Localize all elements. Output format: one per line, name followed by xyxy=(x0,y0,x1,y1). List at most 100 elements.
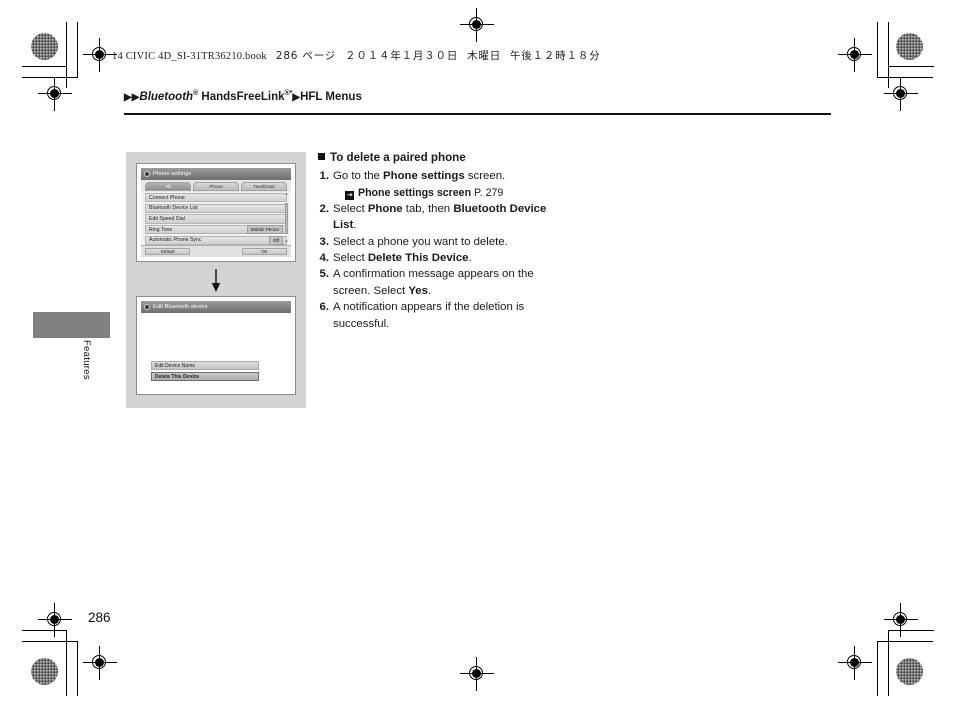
square-bullet-icon xyxy=(318,153,325,160)
delete-this-device-button[interactable]: Delete This Device xyxy=(151,372,259,381)
scroll-down-icon[interactable]: ⌄ xyxy=(284,237,289,244)
list-item-value: Off xyxy=(268,235,283,245)
list-item-value: Mobile Phone xyxy=(246,225,283,235)
breadcrumb-item-handsfreelink: HandsFreeLink xyxy=(201,90,285,103)
trim-rule-bl-h1 xyxy=(22,630,67,632)
step-text-part-bold: Phone xyxy=(367,202,403,215)
step-number: 5. xyxy=(319,268,330,281)
step-text-part: . xyxy=(353,219,357,232)
screenshot-phone-settings: Phone settings All Phone Text/Email Conn… xyxy=(136,163,296,262)
halftone-dot-bottom-left xyxy=(31,658,58,685)
step-text-part-bold: Phone settings xyxy=(383,170,465,183)
trim-rule-br-v2 xyxy=(877,641,879,696)
registration-crosshair-bottom-right-outer xyxy=(838,646,872,680)
step-text-part: tab, then xyxy=(402,202,454,215)
step-text: Select Phone tab, then Bluetooth Device … xyxy=(333,201,568,234)
cross-reference[interactable]: ⇥ Phone settings screen P. 279 xyxy=(345,185,568,201)
nav-footer-bar: Default OK xyxy=(141,245,291,257)
registration-crosshair-bottom-left-outer xyxy=(83,646,117,680)
trim-rule-bl-v2 xyxy=(77,641,79,696)
list-item[interactable]: Bluetooth Device List xyxy=(145,203,287,214)
step-text: A confirmation message appears on the sc… xyxy=(333,266,568,299)
trim-rule-tl-h2 xyxy=(22,77,78,79)
step-1: 1. Go to the Phone settings screen. xyxy=(318,168,568,184)
step-text-part: A confirmation message appears on the sc… xyxy=(333,268,534,297)
list-item[interactable]: Automatic Phone Sync Off xyxy=(145,235,287,246)
step-text-part: Select xyxy=(333,202,368,215)
list-item-label: Automatic Phone Sync xyxy=(149,237,202,244)
step-text: Select Delete This Device. xyxy=(333,250,568,266)
step-number: 2. xyxy=(319,202,330,215)
breadcrumb-arrow-first-icon: ▶▶ xyxy=(124,91,140,103)
nav-titlebar: Edit Bluetooth device xyxy=(141,301,291,313)
breadcrumb-arrow-second-icon: ▶ xyxy=(292,91,301,103)
flow-arrow-down-icon xyxy=(126,268,306,294)
trim-rule-tl-h1 xyxy=(22,66,67,68)
nav-title-text: Edit Bluetooth device xyxy=(153,304,208,310)
list-item[interactable]: Connect Phone xyxy=(145,192,287,203)
trim-rule-bl-h2 xyxy=(22,641,78,643)
list-item-label: Ring Tone xyxy=(149,226,173,233)
trim-rule-tr-h2 xyxy=(877,77,933,79)
reference-label-text: Phone settings screen xyxy=(358,186,472,199)
slug-weekday: 木曜日 xyxy=(467,50,502,62)
step-text-part: . xyxy=(468,252,472,265)
trim-rule-br-h2 xyxy=(877,641,933,643)
edit-device-name-button[interactable]: Edit Device Name xyxy=(151,361,259,370)
list-item[interactable]: Ring Tone Mobile Phone xyxy=(145,224,287,235)
chapter-tab-block xyxy=(33,312,110,338)
trim-rule-br-h1 xyxy=(889,630,934,632)
scrollbar[interactable]: ⌃ ⌄ xyxy=(282,193,291,244)
trim-rule-tl-v2 xyxy=(77,22,79,78)
trim-rule-bl-v1 xyxy=(66,630,68,696)
step-text: Select a phone you want to delete. xyxy=(333,235,508,248)
scrollbar-track[interactable] xyxy=(285,202,288,235)
ok-button[interactable]: OK xyxy=(241,247,287,256)
list-item[interactable]: Edit Speed Dial xyxy=(145,214,287,224)
step-text-part: Select xyxy=(333,252,368,265)
step-text: Go to the Phone settings screen. xyxy=(333,168,568,184)
gear-icon xyxy=(144,304,150,310)
illustration-panel: Phone settings All Phone Text/Email Conn… xyxy=(126,152,306,408)
footer-spacer xyxy=(194,248,237,256)
breadcrumb-item-bluetooth-mark: ® xyxy=(193,90,199,97)
scroll-up-icon[interactable]: ⌃ xyxy=(284,193,289,200)
step-2: 2. Select Phone tab, then Bluetooth Devi… xyxy=(318,201,568,234)
nav-body: Edit Device Name Delete This Device xyxy=(141,313,291,390)
section-heading: To delete a paired phone xyxy=(318,150,568,166)
nav-settings-list: Connect Phone Bluetooth Device List Edit… xyxy=(141,192,291,246)
instructions-column: To delete a paired phone 1. Go to the Ph… xyxy=(318,150,568,332)
trim-rule-tr-h1 xyxy=(889,66,934,68)
nav-tab-strip: All Phone Text/Email xyxy=(141,179,291,192)
reference-page: P. 279 xyxy=(474,186,504,199)
registration-crosshair-top-right-outer xyxy=(838,38,872,72)
step-number: 3. xyxy=(319,235,330,248)
default-button[interactable]: Default xyxy=(145,247,191,256)
slug-page-label: 286 ページ xyxy=(275,50,337,62)
registration-crosshair-center-top xyxy=(460,8,494,42)
list-item-label: Bluetooth Device List xyxy=(149,205,198,212)
breadcrumb: ▶▶Bluetooth® HandsFreeLink®*▶HFL Menus xyxy=(124,90,362,103)
halftone-dot-top-right xyxy=(896,33,923,60)
screenshot-edit-bluetooth-device: Edit Bluetooth device Edit Device Name D… xyxy=(136,296,296,395)
step-text-part-bold: Yes xyxy=(408,284,428,297)
step-text-part: screen. xyxy=(464,170,506,183)
nav-titlebar: Phone settings xyxy=(141,168,291,180)
step-text: A notification appears if the deletion i… xyxy=(333,301,525,330)
step-number: 1. xyxy=(319,170,330,183)
tab-phone[interactable]: Phone xyxy=(193,181,239,191)
step-number: 6. xyxy=(319,301,330,314)
list-item-label: Connect Phone xyxy=(149,194,185,201)
list-item-label: Edit Speed Dial xyxy=(149,216,185,222)
step-text-part-bold: Delete This Device xyxy=(367,252,469,265)
nav-screen-phone-settings: Phone settings All Phone Text/Email Conn… xyxy=(141,168,291,257)
step-text-part: . xyxy=(427,284,432,297)
tab-all[interactable]: All xyxy=(145,181,191,191)
nav-screen-edit-bluetooth-device: Edit Bluetooth device Edit Device Name D… xyxy=(141,301,291,390)
page-number: 286 xyxy=(88,610,111,625)
gear-icon xyxy=(144,170,150,177)
step-4: 4. Select Delete This Device. xyxy=(318,250,568,266)
section-heading-text: To delete a paired phone xyxy=(330,151,466,164)
tab-text-email[interactable]: Text/Email xyxy=(241,181,287,191)
registration-crosshair-center-bottom xyxy=(460,657,494,691)
